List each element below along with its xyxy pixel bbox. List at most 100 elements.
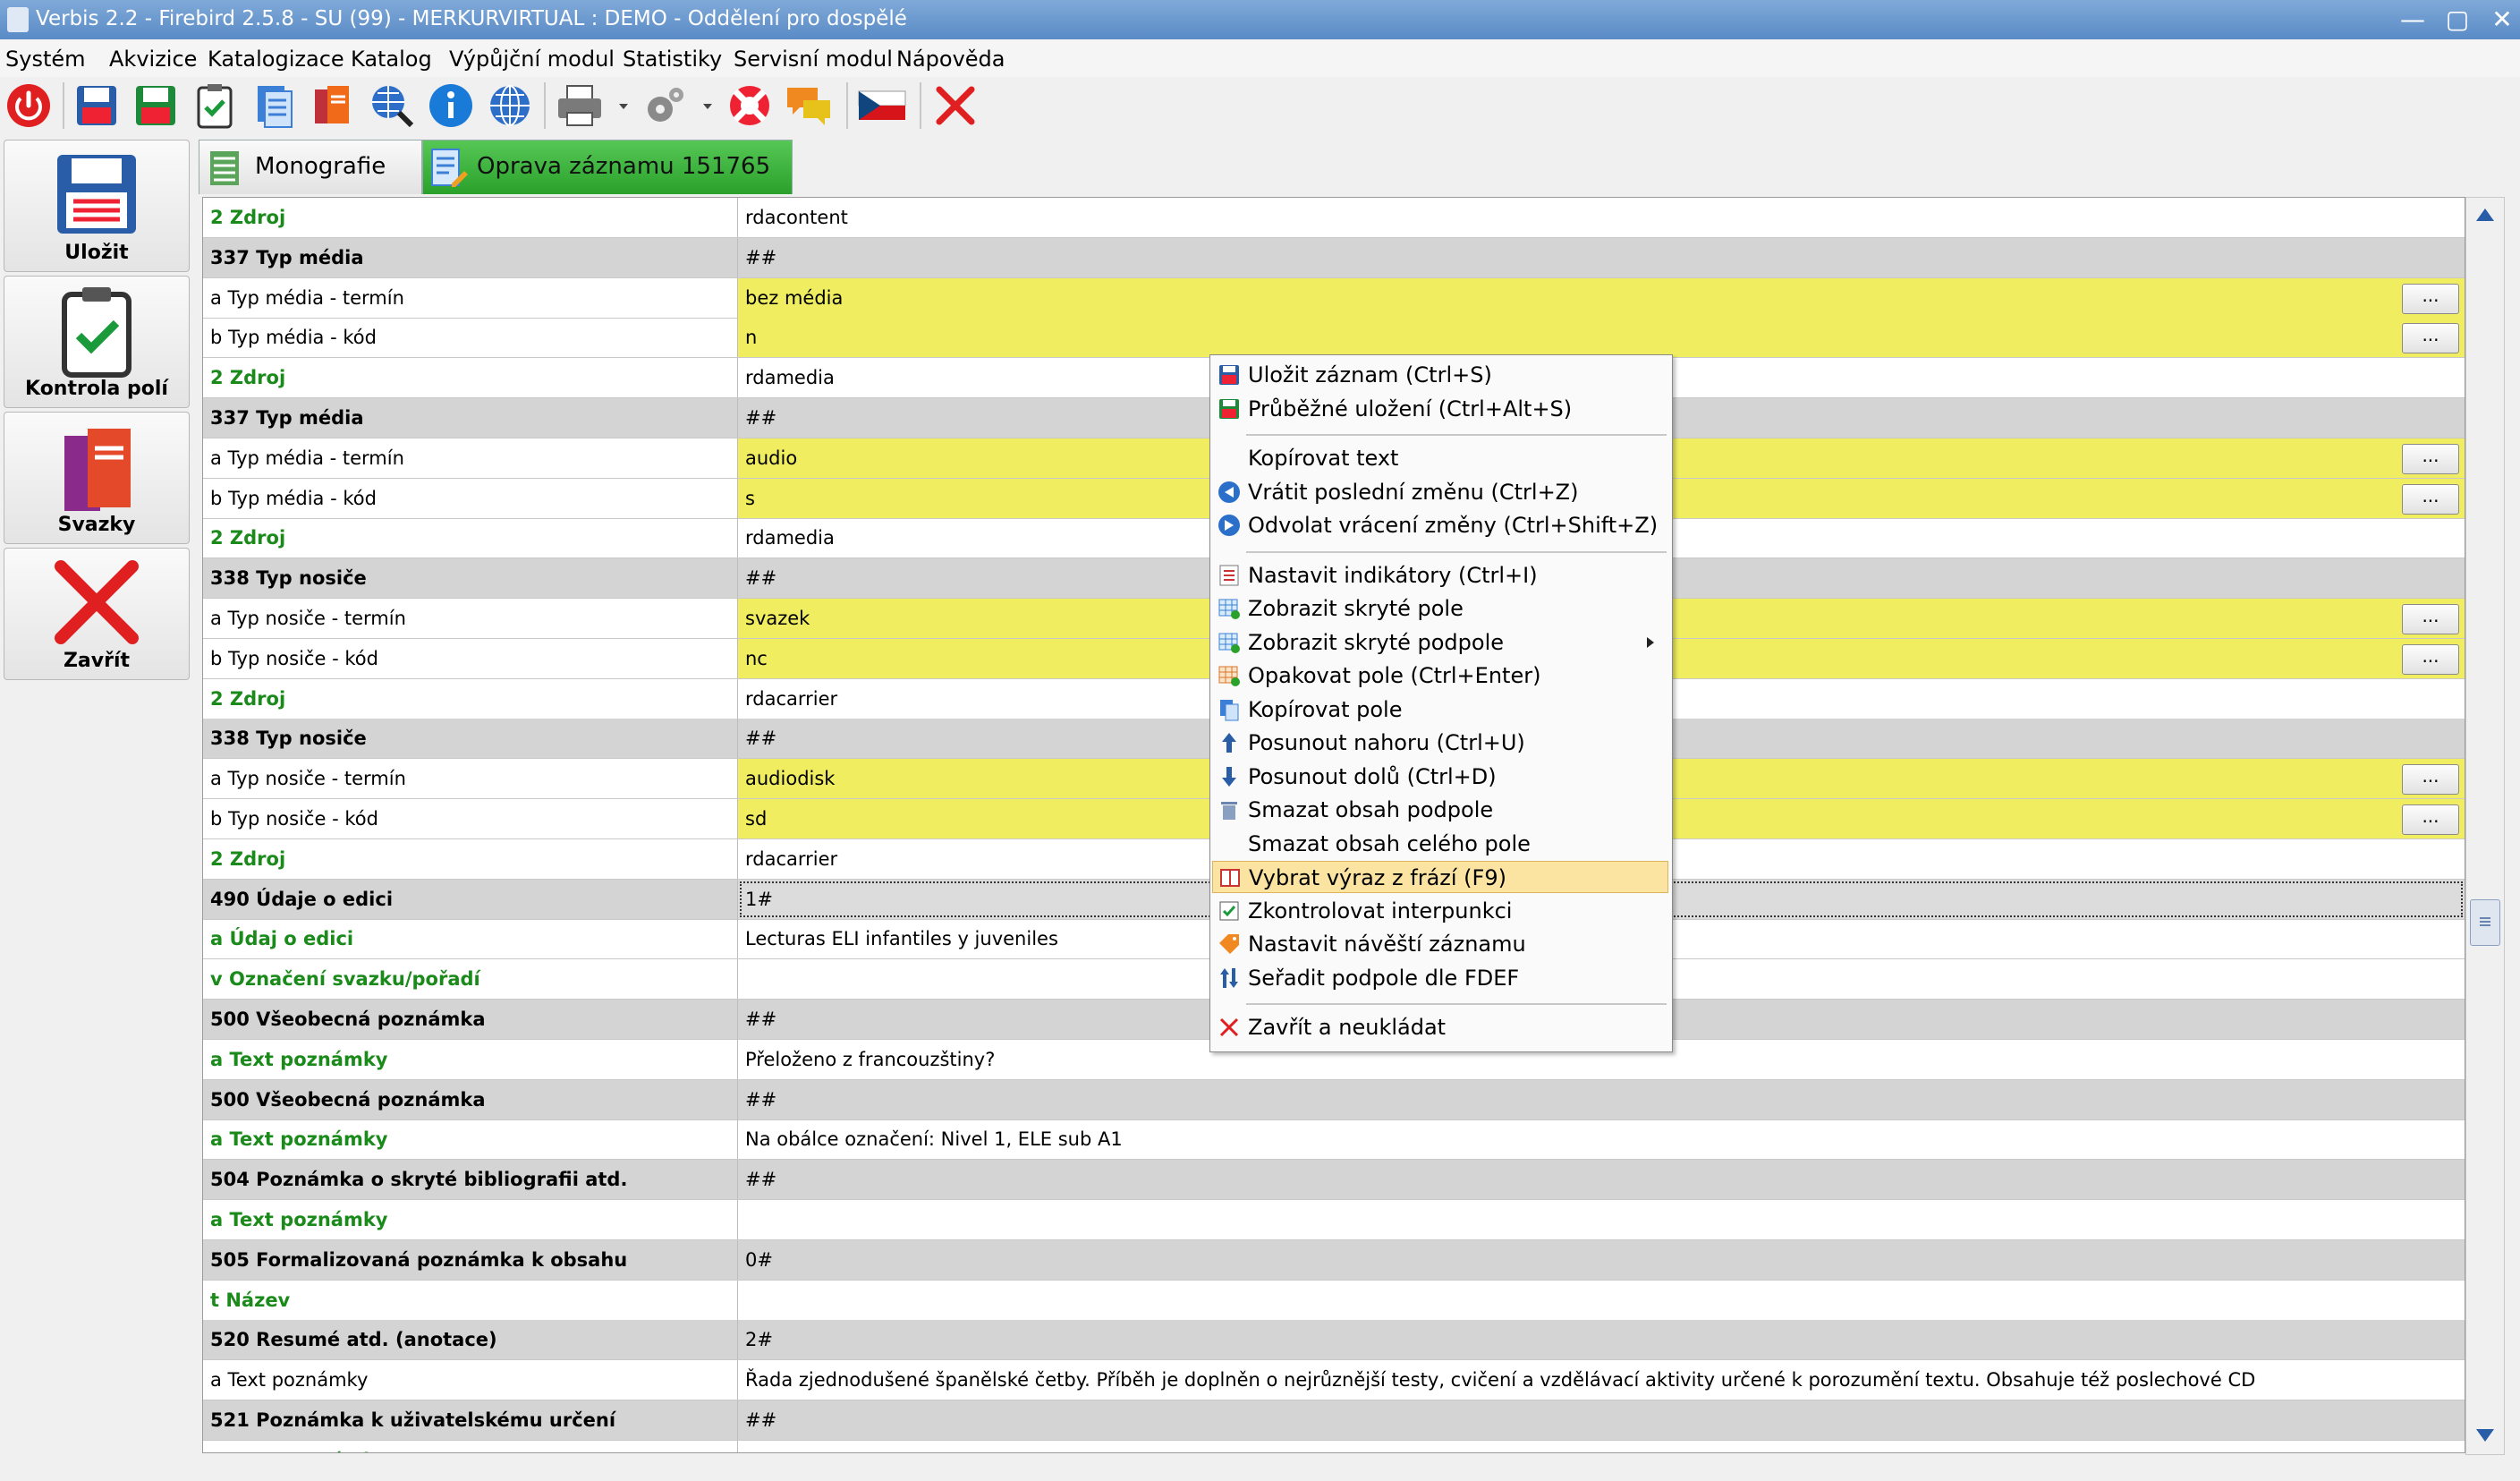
field-value[interactable]: rdacontent <box>738 198 2465 237</box>
table-row[interactable]: 2 Zdroj rdacontent <box>203 198 2465 238</box>
table-row[interactable]: a Text poznámky Na obálce označení: Nivel… <box>203 1119 2465 1161</box>
volumes-button[interactable]: Svazky <box>4 412 190 544</box>
document-edit-icon <box>431 149 468 187</box>
field-value[interactable]: 0# <box>738 1239 2465 1280</box>
chat-icon[interactable] <box>784 81 834 131</box>
tab-monografie[interactable]: Monografie <box>199 140 422 194</box>
field-value[interactable]: ## <box>738 1400 2465 1440</box>
table-row[interactable]: 520 Resumé atd. (anotace) 2# <box>203 1320 2465 1361</box>
scroll-up-icon[interactable] <box>2473 205 2497 225</box>
table-row[interactable]: 504 Poznámka o skryté bibliografii atd. #… <box>203 1160 2465 1201</box>
menu-vypujcni[interactable]: Výpůjční modul <box>449 47 615 72</box>
table-row[interactable]: 500 Všeobecná poznámka ## <box>203 1079 2465 1120</box>
check-fields-button[interactable]: Kontrola polí <box>4 276 190 408</box>
menu-item[interactable]: Zavřít a neukládat <box>1212 1011 1668 1043</box>
field-value[interactable]: n <box>738 318 2465 358</box>
menu-item[interactable]: Zobrazit skryté podpole <box>1212 626 1668 659</box>
clipboard-check-icon <box>62 287 132 378</box>
power-icon[interactable] <box>4 81 54 131</box>
field-value[interactable]: ## <box>738 1079 2465 1119</box>
field-value[interactable] <box>738 1441 2465 1452</box>
field-value[interactable]: Na obálce označení: Nivel 1, ELE sub A1 <box>738 1119 2465 1159</box>
ellipsis-button[interactable]: ... <box>2402 443 2459 474</box>
menu-item[interactable]: Posunout dolů (Ctrl+D) <box>1212 761 1668 793</box>
ellipsis-button[interactable]: ... <box>2402 323 2459 354</box>
table-row[interactable]: b Typ média - kód n... <box>203 318 2465 359</box>
chevron-down-icon[interactable] <box>701 100 714 113</box>
vertical-scrollbar[interactable] <box>2465 197 2505 1455</box>
books-icon[interactable] <box>308 81 358 131</box>
menu-item[interactable]: Vrátit poslední změnu (Ctrl+Z) <box>1212 476 1668 508</box>
field-value[interactable]: Řada zjednodušené španělské četby. Příbě… <box>738 1360 2465 1400</box>
menu-statistiky[interactable]: Statistiky <box>623 47 722 72</box>
tab-edit-record[interactable]: Oprava záznamu 151765 <box>422 140 793 194</box>
menu-item[interactable]: Smazat obsah podpole <box>1212 794 1668 826</box>
gear-icon[interactable] <box>639 81 689 131</box>
table-row[interactable]: a Text poznámky <box>203 1440 2465 1452</box>
menu-katalogizace[interactable]: Katalogizace <box>208 47 344 72</box>
menu-item-label: Vybrat výraz z frází (F9) <box>1249 865 1506 890</box>
lifebuoy-icon[interactable] <box>725 81 775 131</box>
document-icon[interactable] <box>249 81 299 131</box>
table-row[interactable]: a Typ média - termín bez média... <box>203 277 2465 319</box>
menu-item-label: Zobrazit skryté podpole <box>1248 629 1505 655</box>
menu-item[interactable]: Zkontrolovat interpunkci <box>1212 895 1668 927</box>
field-value[interactable]: bez média <box>738 277 2465 318</box>
table-row[interactable]: 521 Poznámka k uživatelskému určení ## <box>203 1400 2465 1441</box>
minimize-icon[interactable]: — <box>2388 2 2437 38</box>
ellipsis-button[interactable]: ... <box>2402 604 2459 634</box>
table-row[interactable]: 337 Typ média ## <box>203 237 2465 278</box>
ellipsis-button[interactable]: ... <box>2402 483 2459 515</box>
menu-napoveda[interactable]: Nápověda <box>896 47 1005 72</box>
menu-item[interactable]: Kopírovat text <box>1212 442 1668 474</box>
maximize-icon[interactable]: ▢ <box>2433 2 2482 38</box>
field-value[interactable]: ## <box>738 237 2465 277</box>
czech-flag-icon[interactable] <box>857 81 907 131</box>
save-green-icon[interactable] <box>131 81 181 131</box>
field-value[interactable]: ## <box>738 1160 2465 1200</box>
menu-item[interactable]: Posunout nahoru (Ctrl+U) <box>1212 727 1668 759</box>
menu-item-label: Smazat obsah celého pole <box>1248 830 1531 856</box>
menu-item[interactable]: Nastavit indikátory (Ctrl+I) <box>1212 559 1668 592</box>
field-value[interactable]: 2# <box>738 1320 2465 1360</box>
menu-item[interactable]: Odvolat vrácení změny (Ctrl+Shift+Z) <box>1212 509 1668 541</box>
chevron-down-icon[interactable] <box>617 100 630 113</box>
close-window-icon[interactable]: ✕ <box>2478 2 2520 38</box>
ellipsis-button[interactable]: ... <box>2402 283 2459 314</box>
ellipsis-button[interactable]: ... <box>2402 643 2459 675</box>
ellipsis-button[interactable]: ... <box>2402 764 2459 796</box>
menu-item[interactable]: Opakovat pole (Ctrl+Enter) <box>1212 660 1668 692</box>
scroll-thumb[interactable] <box>2470 899 2500 946</box>
printer-icon[interactable] <box>555 81 605 131</box>
table-row[interactable]: a Text poznámky <box>203 1200 2465 1240</box>
scroll-down-icon[interactable] <box>2473 1426 2497 1445</box>
menu-system[interactable]: Systém <box>5 47 86 72</box>
menu-item[interactable]: Smazat obsah celého pole <box>1212 828 1668 860</box>
menu-item[interactable]: Nastavit návěští záznamu <box>1212 928 1668 960</box>
menu-item[interactable]: Seřadit podpole dle FDEF <box>1212 962 1668 994</box>
menu-item[interactable]: Zobrazit skryté pole <box>1212 592 1668 625</box>
close-button[interactable]: Zavřít <box>4 548 190 680</box>
info-icon[interactable] <box>426 81 476 131</box>
menu-akvizice[interactable]: Akvizice <box>109 47 197 72</box>
menu-item[interactable]: Uložit záznam (Ctrl+S) <box>1212 359 1668 391</box>
table-row[interactable]: 505 Formalizovaná poznámka k obsahu 0# <box>203 1239 2465 1281</box>
globe-search-icon[interactable] <box>367 81 417 131</box>
menu-item-label: Posunout dolů (Ctrl+D) <box>1248 763 1497 789</box>
menu-item[interactable]: Průběžné uložení (Ctrl+Alt+S) <box>1212 393 1668 425</box>
menu-item[interactable]: Kopírovat pole <box>1212 694 1668 726</box>
menu-item[interactable]: Vybrat výraz z frází (F9) <box>1212 861 1668 893</box>
table-row[interactable]: t Název <box>203 1280 2465 1321</box>
menu-katalog[interactable]: Katalog <box>351 47 432 72</box>
globe-icon[interactable] <box>485 81 535 131</box>
save-icon[interactable] <box>72 81 122 131</box>
chevron-right-icon <box>1647 636 1654 648</box>
clipboard-check-icon[interactable] <box>190 81 240 131</box>
field-value[interactable] <box>738 1281 2465 1320</box>
save-button[interactable]: Uložit <box>4 140 190 272</box>
field-value[interactable] <box>738 1200 2465 1239</box>
ellipsis-button[interactable]: ... <box>2402 804 2459 835</box>
close-icon[interactable] <box>930 81 980 131</box>
table-row[interactable]: a Text poznámky Řada zjednodušené španěls… <box>203 1360 2465 1401</box>
menu-servisni[interactable]: Servisní modul <box>734 47 893 72</box>
